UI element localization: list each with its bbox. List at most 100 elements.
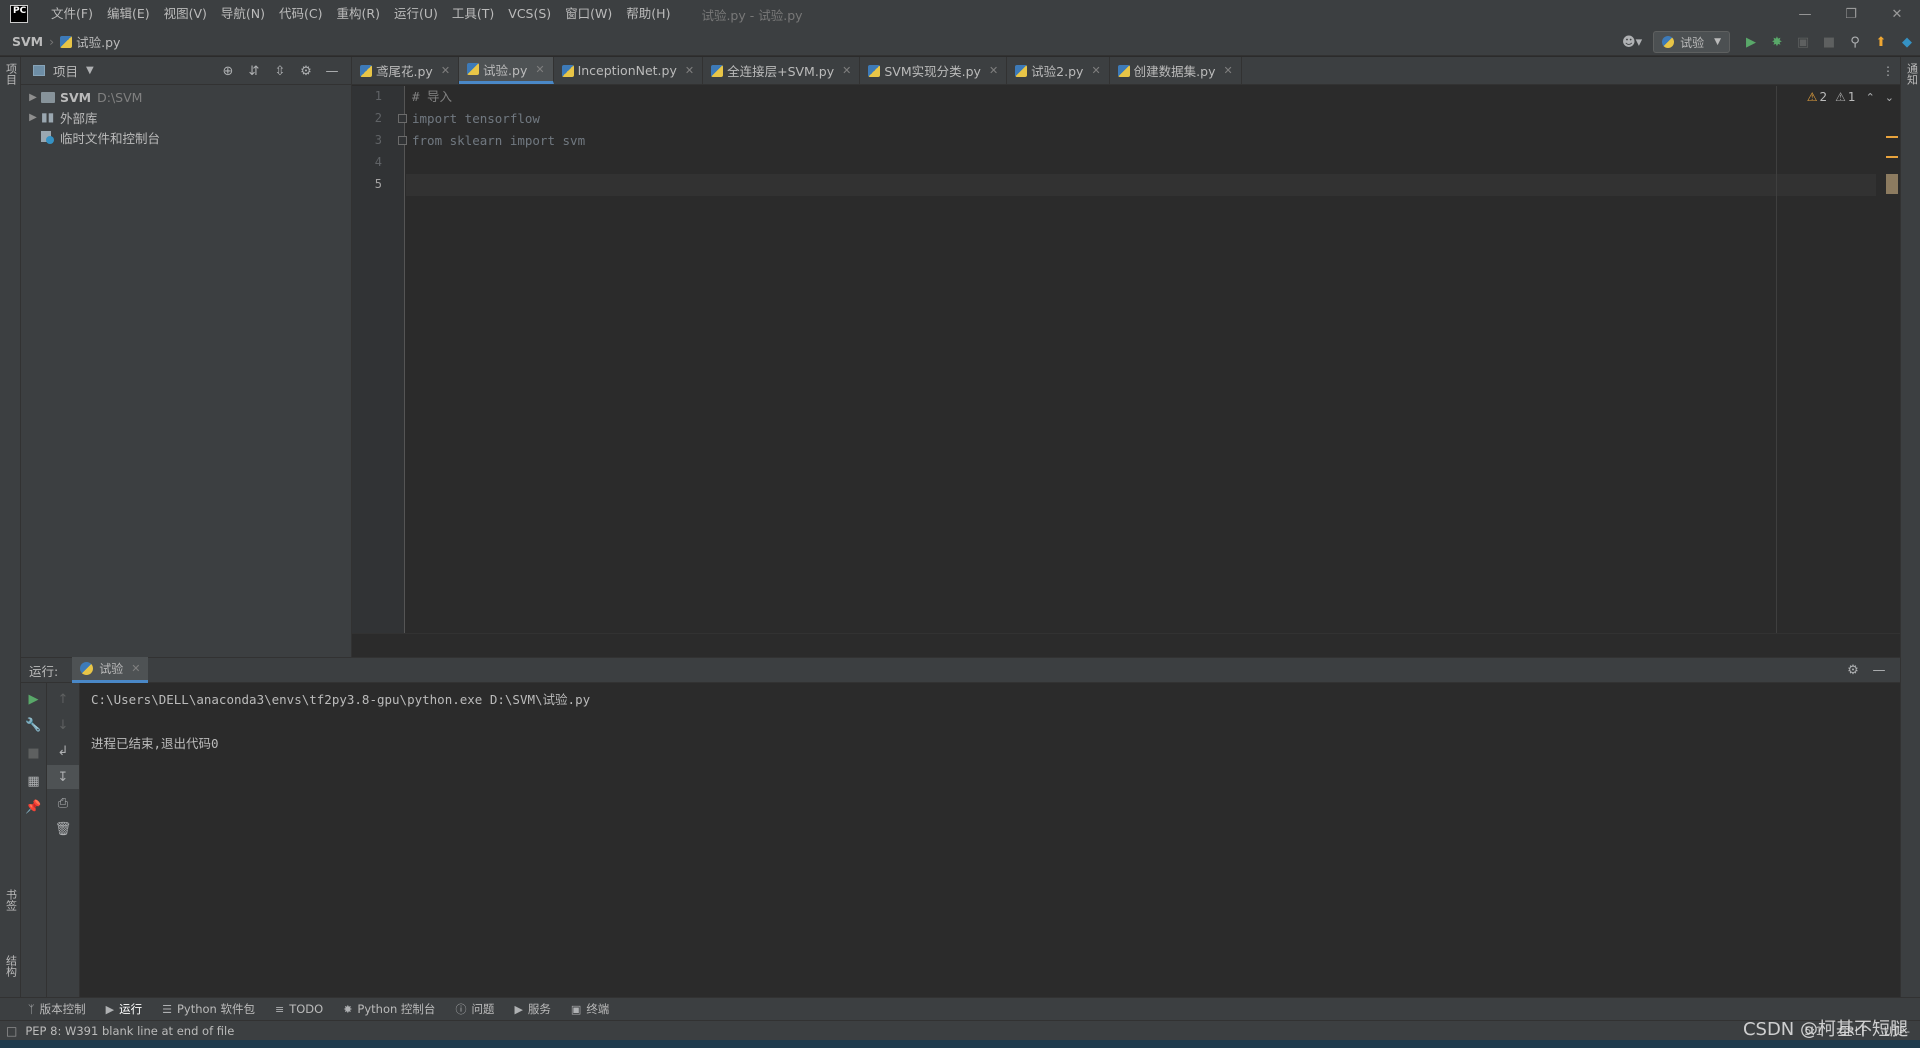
tree-item-scratches[interactable]: 临时文件和控制台	[21, 127, 351, 147]
close-icon[interactable]: ✕	[131, 662, 140, 675]
tool-todo[interactable]: ≡ TODO	[275, 998, 323, 1021]
search-icon[interactable]: ⚲	[1842, 28, 1868, 56]
project-tool-button[interactable]: 项目	[2, 63, 19, 85]
editor-tab[interactable]: InceptionNet.py ✕	[554, 57, 704, 84]
menu-window[interactable]: 窗口(W)	[558, 0, 619, 28]
hide-icon[interactable]: —	[319, 64, 345, 79]
coverage-icon[interactable]: ▣	[1790, 28, 1816, 56]
editor-tab[interactable]: SVM实现分类.py ✕	[860, 57, 1008, 84]
tool-services[interactable]: ▶ 服务	[514, 998, 550, 1021]
soft-wrap-icon[interactable]: ↲	[47, 739, 79, 763]
print-icon[interactable]: ⎙	[47, 791, 79, 815]
code-content[interactable]: # 导入 import tensorflow from sklearn impo…	[406, 86, 1876, 633]
editor-body[interactable]: 1 2 3 4 5 # 导入 import tensorflow from sk…	[352, 86, 1900, 657]
breadcrumb-file[interactable]: 试验.py	[76, 32, 120, 51]
python-file-icon	[711, 64, 724, 77]
wrench-icon[interactable]: 🔧	[21, 713, 46, 737]
tool-python-packages[interactable]: ☰ Python 软件包	[162, 998, 255, 1021]
stop-icon[interactable]: ■	[21, 741, 46, 765]
warning-stripe-marker[interactable]	[1886, 136, 1898, 138]
arrow-down-icon[interactable]: ↓	[47, 713, 79, 737]
warning-stripe-marker[interactable]	[1886, 156, 1898, 158]
console-output[interactable]: C:\Users\DELL\anaconda3\envs\tf2py3.8-gp…	[81, 683, 1900, 997]
arrow-up-icon[interactable]: ↑	[47, 687, 79, 711]
chevron-up-icon[interactable]: ⌃	[1866, 91, 1875, 104]
menu-help[interactable]: 帮助(H)	[619, 0, 677, 28]
menu-navigate[interactable]: 导航(N)	[214, 0, 272, 28]
tree-item-svm[interactable]: ▶ SVM D:\SVM	[21, 87, 351, 107]
status-message[interactable]: PEP 8: W391 blank line at end of file	[25, 1024, 234, 1038]
tree-item-external-libraries[interactable]: ▶ ▮▮ 外部库	[21, 107, 351, 127]
menu-code[interactable]: 代码(C)	[272, 0, 329, 28]
rerun-icon[interactable]: ▶	[21, 687, 46, 711]
expand-all-icon[interactable]: ⇵	[241, 64, 267, 79]
close-icon[interactable]: ✕	[989, 64, 998, 77]
notifications-tool-button[interactable]: 通知	[1903, 63, 1920, 85]
editor-tab[interactable]: 创建数据集.py ✕	[1110, 57, 1242, 84]
gear-icon[interactable]: ⚙	[293, 64, 319, 79]
project-panel: 项目 ▼ ⊕ ⇵ ⇳ ⚙ — ▶ SVM D:\SVM ▶ ▮▮ 外部库 临时文…	[21, 57, 352, 657]
breadcrumb-project[interactable]: SVM	[12, 34, 43, 49]
debug-icon[interactable]: ✸	[1764, 28, 1790, 56]
close-icon[interactable]: ✕	[1091, 64, 1100, 77]
tool-python-console[interactable]: ✸ Python 控制台	[343, 998, 435, 1021]
caret-stripe-marker[interactable]	[1886, 174, 1898, 194]
tree-item-path: D:\SVM	[97, 89, 143, 105]
collapse-all-icon[interactable]: ⇳	[267, 64, 293, 79]
restore-icon[interactable]: ❐	[1828, 0, 1874, 28]
status-toggle-icon[interactable]: □	[6, 1024, 17, 1038]
close-icon[interactable]: ✕	[441, 64, 450, 77]
tool-label: 版本控制	[39, 1002, 86, 1016]
trash-icon[interactable]: 🗑	[47, 817, 79, 841]
editor-tab-active[interactable]: 试验.py ✕	[459, 57, 554, 84]
chevron-right-icon[interactable]: ▶	[25, 92, 41, 103]
code-line: # 导入	[412, 89, 453, 104]
tool-terminal[interactable]: ▣ 终端	[571, 998, 609, 1021]
chevron-right-icon[interactable]: ▶	[25, 112, 41, 123]
inspection-widget[interactable]: ⚠ 2 ⚠ 1 ⌃ ⌄	[1797, 86, 1894, 108]
editor-tab[interactable]: 全连接层+SVM.py ✕	[703, 57, 861, 84]
menu-edit[interactable]: 编辑(E)	[100, 0, 157, 28]
more-tabs-icon[interactable]: ⋮	[1882, 57, 1894, 85]
menu-refactor[interactable]: 重构(R)	[330, 0, 387, 28]
menu-tools[interactable]: 工具(T)	[445, 0, 501, 28]
chevron-down-icon[interactable]: ▼	[86, 65, 94, 76]
editor-tab[interactable]: 鸢尾花.py ✕	[352, 57, 460, 84]
close-icon[interactable]: ✕	[535, 63, 544, 76]
run-configuration-select[interactable]: 试验 ▼	[1653, 31, 1730, 53]
python-file-icon	[561, 64, 574, 77]
jetbrains-icon[interactable]: ◆	[1894, 28, 1920, 56]
tool-run[interactable]: ▶ 运行	[106, 998, 142, 1021]
user-icon[interactable]: ☻▾	[1619, 28, 1645, 56]
structure-tool-button[interactable]: 结构	[2, 955, 19, 977]
editor-tab-label: 创建数据集.py	[1133, 64, 1216, 79]
layout-icon[interactable]: ▦	[21, 769, 46, 793]
console-line: C:\Users\DELL\anaconda3\envs\tf2py3.8-gp…	[91, 692, 591, 707]
close-icon[interactable]: ✕	[842, 64, 851, 77]
run-icon[interactable]: ▶	[1738, 28, 1764, 56]
close-icon[interactable]: ✕	[1874, 0, 1920, 28]
bookmarks-tool-button[interactable]: 书签	[2, 889, 19, 911]
pin-icon[interactable]: 📌	[21, 795, 46, 819]
scroll-to-end-icon[interactable]: ↧	[47, 765, 79, 789]
scratches-icon	[41, 131, 55, 144]
run-tab[interactable]: 试验 ✕	[72, 657, 149, 683]
menu-view[interactable]: 视图(V)	[157, 0, 214, 28]
close-icon[interactable]: ✕	[685, 64, 694, 77]
chevron-down-icon[interactable]: ⌄	[1885, 91, 1894, 104]
project-panel-title[interactable]: 项目	[53, 61, 78, 80]
editor-tab[interactable]: 试验2.py ✕	[1007, 57, 1110, 84]
hide-icon[interactable]: —	[1866, 663, 1892, 678]
gear-icon[interactable]: ⚙	[1840, 663, 1866, 678]
update-icon[interactable]: ⬆	[1868, 28, 1894, 56]
menu-vcs[interactable]: VCS(S)	[501, 0, 558, 28]
menu-file[interactable]: 文件(F)	[44, 0, 100, 28]
tool-problems[interactable]: ⓘ 问题	[455, 998, 494, 1021]
stop-icon[interactable]: ■	[1816, 28, 1842, 56]
minimize-icon[interactable]: —	[1782, 0, 1828, 28]
tool-version-control[interactable]: ᛉ 版本控制	[28, 998, 86, 1021]
editor-horizontal-scrollbar[interactable]	[352, 633, 1900, 657]
locate-icon[interactable]: ⊕	[215, 64, 241, 79]
close-icon[interactable]: ✕	[1223, 64, 1232, 77]
menu-run[interactable]: 运行(U)	[387, 0, 445, 28]
